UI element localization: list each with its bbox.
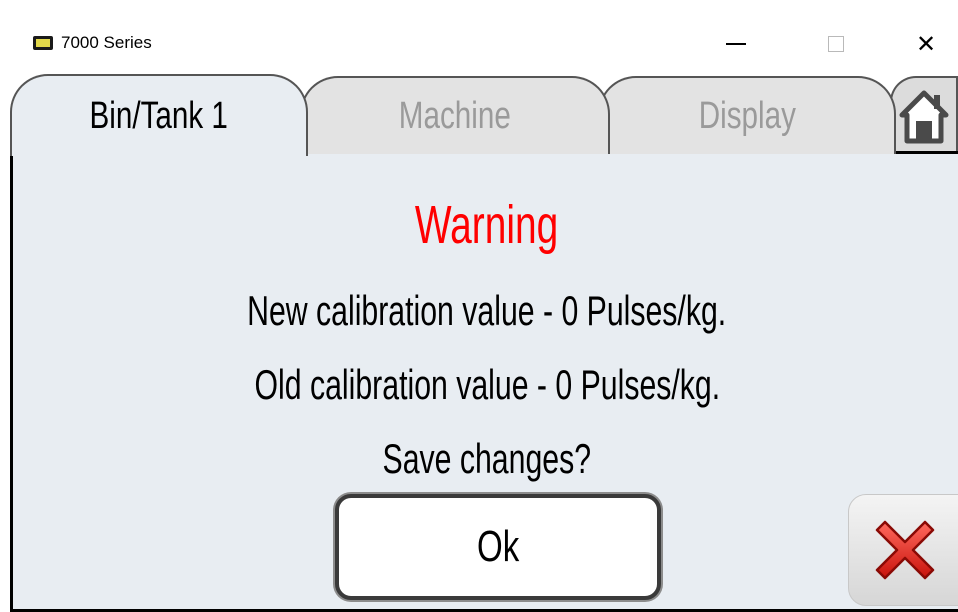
- app-icon: [33, 36, 53, 50]
- tab-bin-tank-1[interactable]: Bin/Tank 1: [10, 74, 308, 156]
- cancel-button[interactable]: [848, 494, 958, 606]
- warning-dialog: Warning New calibration value - 0 Pulses…: [10, 151, 958, 612]
- old-calibration-text: Old calibration value - 0 Pulses/kg.: [254, 361, 720, 408]
- tab-strip: Bin/Tank 1 Machine Display: [0, 72, 958, 156]
- window-titlebar: 7000 Series ✕: [0, 0, 958, 72]
- minimize-icon: [726, 43, 746, 45]
- close-icon: ✕: [915, 30, 937, 58]
- ok-button[interactable]: Ok: [335, 494, 661, 600]
- ok-label: Ok: [476, 522, 520, 571]
- tab-display[interactable]: Display: [598, 76, 896, 154]
- tab-label: Machine: [398, 94, 512, 137]
- close-button[interactable]: ✕: [896, 20, 956, 68]
- home-icon: [899, 90, 949, 144]
- maximize-button[interactable]: [806, 20, 866, 68]
- home-button[interactable]: [890, 76, 958, 154]
- warning-heading: Warning: [415, 195, 559, 255]
- red-x-icon: [875, 520, 934, 580]
- tab-machine[interactable]: Machine: [300, 76, 610, 154]
- tab-label: Display: [698, 94, 796, 137]
- new-calibration-text: New calibration value - 0 Pulses/kg.: [247, 287, 727, 334]
- tab-label: Bin/Tank 1: [89, 94, 229, 137]
- minimize-button[interactable]: [706, 20, 766, 68]
- window-title: 7000 Series: [61, 33, 152, 52]
- save-prompt: Save changes?: [382, 435, 592, 482]
- maximize-icon: [828, 36, 844, 52]
